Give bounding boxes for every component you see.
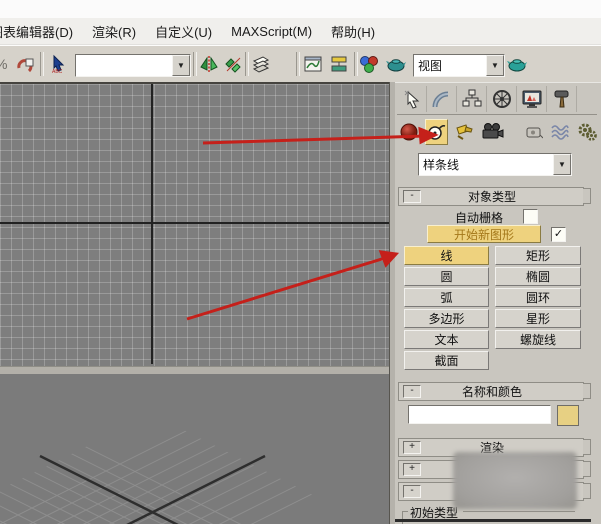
- collapse-toggle[interactable]: -: [403, 385, 421, 398]
- category-cameras-icon[interactable]: [480, 120, 504, 144]
- toolbar-separator: [296, 52, 300, 76]
- menu-item-maxscript[interactable]: MAXScript(M): [231, 24, 312, 39]
- command-panel: 样条线 ▼ - 对象类型 自动栅格 开始新图形 ✓ 线 矩形 圆 椭圆 弧 圆环…: [395, 82, 601, 524]
- line-button[interactable]: 线: [404, 246, 489, 265]
- curve-editor-icon[interactable]: [302, 52, 324, 76]
- circle-button[interactable]: 圆: [404, 267, 489, 286]
- groupbox-border: [463, 511, 575, 512]
- tab-modify[interactable]: [427, 86, 457, 112]
- rollout-notch: [583, 383, 591, 399]
- toolbar-separator: [245, 52, 249, 76]
- tab-create[interactable]: [397, 86, 427, 112]
- collapse-toggle[interactable]: +: [403, 441, 421, 454]
- align-icon[interactable]: [222, 52, 244, 76]
- top-viewport[interactable]: [0, 82, 389, 366]
- schematic-view-icon[interactable]: [328, 52, 350, 76]
- toolbar-separator: [40, 52, 44, 76]
- donut-button[interactable]: 圆环: [495, 288, 581, 307]
- tab-hierarchy[interactable]: [457, 86, 487, 112]
- menu-item-help[interactable]: 帮助(H): [331, 22, 375, 41]
- category-shapes-icon[interactable]: [425, 119, 447, 145]
- viewport-vertical-axis: [151, 84, 153, 364]
- render-view-dropdown[interactable]: 视图 ▼: [413, 54, 505, 77]
- rollout-object-type[interactable]: - 对象类型: [398, 187, 584, 206]
- category-systems-icon[interactable]: [577, 120, 597, 144]
- shape-type-value: 样条线: [419, 156, 553, 173]
- 3dsmax-window: 图表编辑器(D) 渲染(R) 自定义(U) MAXScript(M) 帮助(H)…: [0, 0, 601, 524]
- autogrid-label: 自动栅格: [455, 209, 503, 226]
- category-lights-icon[interactable]: [454, 120, 474, 144]
- category-geometry-icon[interactable]: [399, 120, 419, 144]
- star-button[interactable]: 星形: [495, 309, 581, 328]
- tab-utilities[interactable]: [547, 86, 577, 112]
- svg-text:%: %: [0, 56, 7, 72]
- material-editor-icon[interactable]: [358, 52, 380, 76]
- arc-button[interactable]: 弧: [404, 288, 489, 307]
- viewport-horizontal-axis: [0, 222, 389, 224]
- text-button[interactable]: 文本: [404, 330, 489, 349]
- groupbox-border: [402, 511, 403, 524]
- title-strip: [0, 0, 601, 18]
- snaps-magnet-icon[interactable]: [14, 52, 36, 76]
- rollout-title: 对象类型: [421, 188, 563, 205]
- ellipse-button[interactable]: 椭圆: [495, 267, 581, 286]
- mirror-icon[interactable]: [198, 52, 220, 76]
- collapse-toggle[interactable]: -: [403, 485, 421, 498]
- create-categories: [399, 117, 597, 147]
- autogrid-checkbox[interactable]: [523, 209, 538, 224]
- percent-snap-icon[interactable]: %: [0, 52, 14, 76]
- start-new-shape-button[interactable]: 开始新图形: [427, 225, 541, 243]
- render-view-value: 视图: [414, 57, 486, 74]
- rollout-notch: [583, 483, 591, 499]
- collapse-toggle[interactable]: +: [403, 463, 421, 476]
- start-new-shape-checkbox[interactable]: ✓: [551, 227, 566, 242]
- panel-bottom-edge: [395, 519, 591, 522]
- menu-item-rendering[interactable]: 渲染(R): [92, 22, 136, 41]
- rollout-notch: [583, 188, 591, 204]
- render-setup-icon[interactable]: [385, 52, 407, 76]
- ngon-button[interactable]: 多边形: [404, 309, 489, 328]
- object-name-input[interactable]: [408, 405, 551, 424]
- perspective-viewport[interactable]: [0, 374, 389, 524]
- object-color-swatch[interactable]: [557, 405, 579, 426]
- quick-render-icon[interactable]: [506, 52, 528, 76]
- menu-item-customize[interactable]: 自定义(U): [155, 22, 212, 41]
- edit-named-selections-icon[interactable]: ABC: [48, 52, 70, 76]
- command-panel-tabs: [397, 86, 597, 115]
- rollout-title: 名称和颜色: [421, 383, 563, 400]
- rollout-name-color[interactable]: - 名称和颜色: [398, 382, 584, 401]
- chevron-down-icon[interactable]: ▼: [172, 55, 190, 76]
- rollout-notch: [583, 461, 591, 477]
- category-helpers-icon[interactable]: [524, 120, 544, 144]
- svg-text:ABC: ABC: [52, 69, 63, 74]
- rollout-notch: [583, 439, 591, 455]
- main-toolbar: % ABC ▼: [0, 45, 601, 85]
- category-space-warps-icon[interactable]: [550, 120, 570, 144]
- rectangle-button[interactable]: 矩形: [495, 246, 581, 265]
- menu-bar: 图表编辑器(D) 渲染(R) 自定义(U) MAXScript(M) 帮助(H): [0, 18, 601, 45]
- tab-display[interactable]: [517, 86, 547, 112]
- named-selection-combobox[interactable]: ▼: [75, 54, 191, 77]
- section-button[interactable]: 截面: [404, 351, 489, 370]
- layer-manager-icon[interactable]: [250, 52, 272, 76]
- tab-motion[interactable]: [487, 86, 517, 112]
- collapse-toggle[interactable]: -: [403, 190, 421, 203]
- menu-item-track-editors[interactable]: 图表编辑器(D): [0, 22, 73, 41]
- shape-type-dropdown[interactable]: 样条线 ▼: [418, 153, 572, 176]
- chevron-down-icon[interactable]: ▼: [486, 55, 504, 76]
- helix-button[interactable]: 螺旋线: [495, 330, 581, 349]
- chevron-down-icon[interactable]: ▼: [553, 154, 571, 175]
- blurred-watermark-patch: [453, 452, 577, 509]
- toolbar-separator: [193, 52, 197, 76]
